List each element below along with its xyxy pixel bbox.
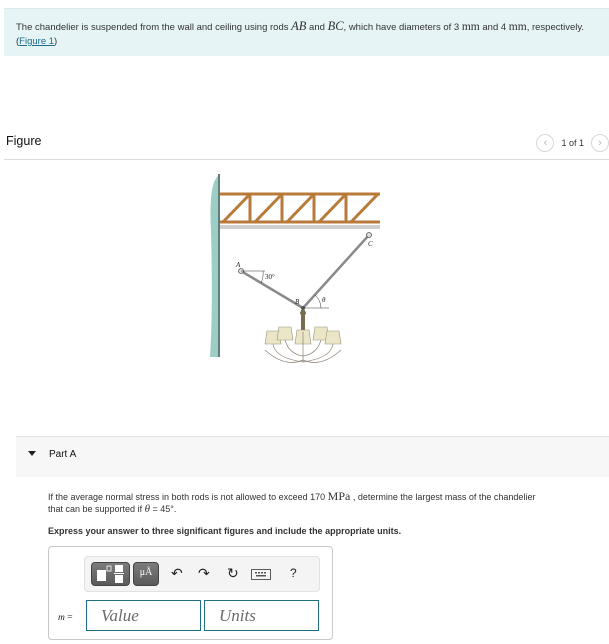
rod-bc — [302, 234, 370, 309]
chevron-right-icon[interactable]: › — [591, 134, 609, 152]
label-angle-30: 30° — [265, 273, 275, 281]
problem-intro: The chandelier is suspended from the wal… — [4, 8, 609, 56]
chandelier-figure: A 30° B θ C — [210, 174, 380, 363]
fraction-template-icon — [97, 565, 124, 583]
redo-icon[interactable]: ↷ — [198, 565, 210, 581]
variable-label: m = — [58, 613, 73, 623]
ceiling-beam — [220, 225, 380, 229]
problem-statement: The chandelier is suspended from the wal… — [16, 19, 585, 47]
fraction-template-button[interactable] — [91, 562, 130, 586]
label-b: B — [295, 298, 300, 306]
part-a-header[interactable]: Part A — [16, 436, 609, 477]
math-toolbar: μÅ ↶ ↷ ↻ ? — [84, 556, 320, 592]
wall — [210, 174, 219, 357]
figure-counter: 1 of 1 — [561, 138, 584, 148]
label-a: A — [235, 261, 241, 269]
label-c: C — [368, 240, 373, 248]
wall-face — [218, 174, 220, 357]
reset-icon[interactable]: ↻ — [227, 565, 239, 581]
figure-pager: ‹ 1 of 1 › — [536, 133, 609, 153]
divider — [4, 159, 609, 160]
keyboard-icon[interactable] — [251, 567, 271, 583]
answer-instruction: Express your answer to three significant… — [48, 526, 402, 536]
truss — [220, 192, 380, 224]
collapse-triangle-icon[interactable] — [28, 451, 36, 456]
help-button[interactable]: ? — [290, 565, 297, 581]
rod-bc-label: BC — [327, 19, 344, 33]
rod-ab-label: AB — [291, 19, 307, 33]
value-input[interactable] — [86, 600, 201, 631]
undo-icon[interactable]: ↶ — [171, 565, 183, 581]
answer-row: m = — [49, 600, 332, 634]
figure-link[interactable]: Figure 1 — [19, 36, 54, 47]
answer-box: μÅ ↶ ↷ ↻ ? m = — [48, 546, 333, 640]
pin-c — [366, 232, 372, 238]
part-a-label: Part A — [49, 449, 77, 460]
units-button[interactable]: μÅ — [133, 562, 159, 586]
label-theta: θ — [322, 296, 326, 304]
chandelier — [264, 310, 342, 363]
units-input[interactable] — [204, 600, 319, 631]
figure-title: Figure — [6, 134, 42, 148]
question-text: If the average normal stress in both rod… — [48, 489, 536, 515]
chevron-left-icon[interactable]: ‹ — [536, 134, 555, 152]
